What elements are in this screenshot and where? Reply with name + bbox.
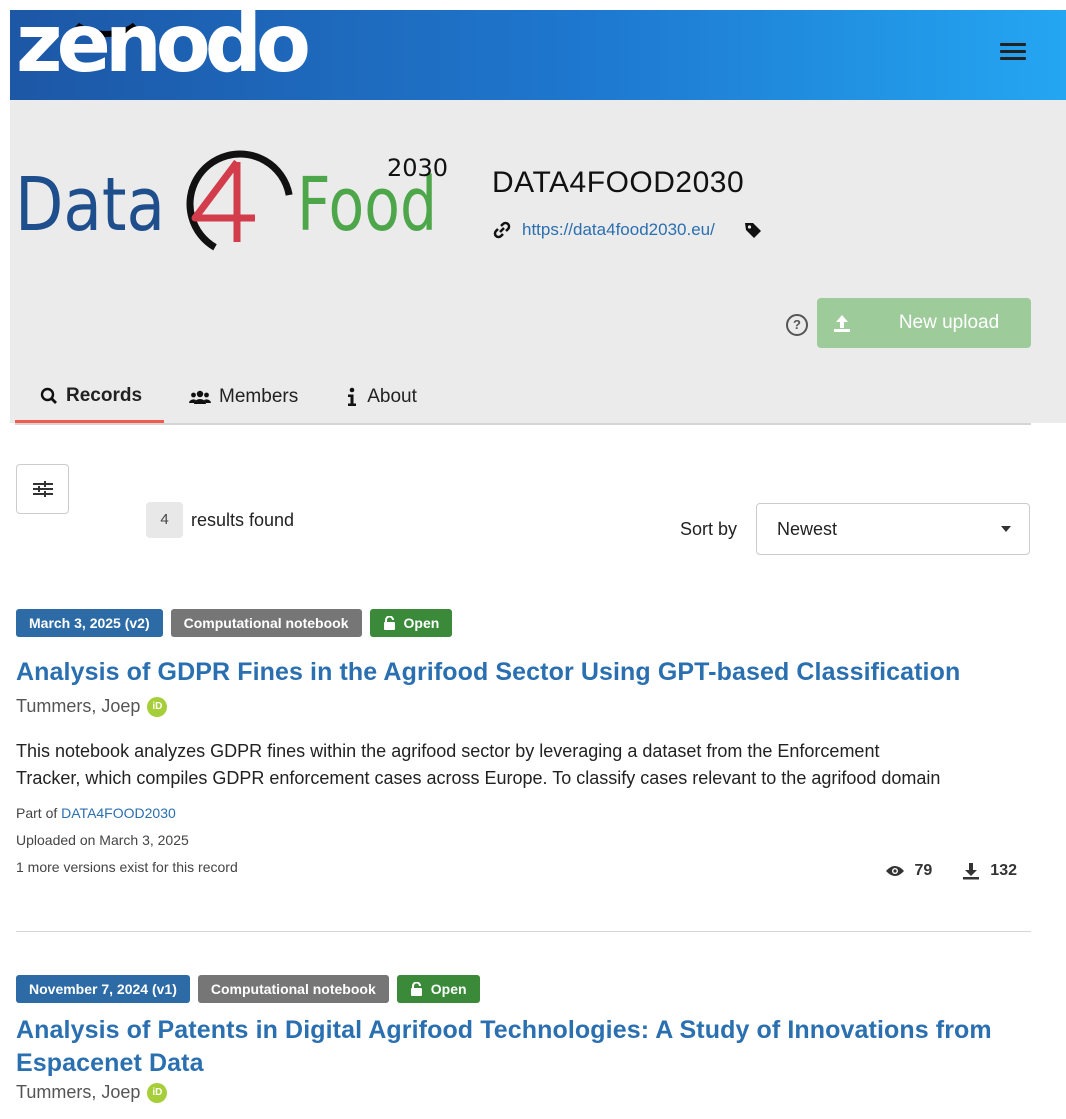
info-icon bbox=[348, 387, 357, 406]
record-stats: 79 132 bbox=[885, 862, 1017, 880]
results-found-label: results found bbox=[191, 510, 295, 530]
new-upload-button[interactable]: New upload bbox=[817, 298, 1031, 348]
community-title: DATA4FOOD2030 bbox=[492, 166, 745, 199]
creator-name[interactable]: Tummers, Joep bbox=[16, 696, 140, 717]
uploaded-date: Uploaded on March 3, 2025 bbox=[16, 832, 189, 848]
record-item: March 3, 2025 (v2) Computational noteboo… bbox=[16, 609, 1031, 881]
link-icon bbox=[493, 221, 511, 239]
sort-select-value: Newest bbox=[777, 518, 838, 539]
tab-records-label: Records bbox=[66, 385, 143, 406]
version-date-badge: November 7, 2024 (v1) bbox=[16, 975, 190, 1003]
record-description-line: Tracker, which compiles GDPR enforcement… bbox=[16, 768, 941, 788]
data4food-logo: Data Food 2030 bbox=[15, 150, 448, 258]
hamburger-menu-icon[interactable] bbox=[1000, 39, 1026, 61]
zenodo-logo[interactable]: zenodo bbox=[16, 4, 311, 84]
record-creator: Tummers, Joep iD bbox=[16, 696, 1031, 717]
record-item: November 7, 2024 (v1) Computational note… bbox=[16, 975, 1031, 1103]
record-title-line: Espacenet Data bbox=[16, 1049, 204, 1077]
question-circle-icon[interactable]: ? bbox=[786, 314, 808, 336]
download-icon bbox=[963, 863, 980, 880]
new-upload-label: New upload bbox=[898, 312, 1000, 333]
eye-icon bbox=[885, 866, 904, 876]
community-header: Data Food 2030 DATA4FOOD2030 https://dat… bbox=[10, 100, 1066, 425]
access-badge-label: Open bbox=[403, 615, 440, 631]
chevron-down-icon bbox=[1001, 526, 1011, 532]
community-tabs: Records Members About bbox=[15, 370, 1031, 425]
tab-about[interactable]: About bbox=[320, 371, 439, 422]
community-website-link[interactable]: https://data4food2030.eu/ bbox=[522, 220, 715, 240]
part-of-link[interactable]: DATA4FOOD2030 bbox=[61, 805, 176, 821]
orcid-icon[interactable]: iD bbox=[147, 696, 168, 717]
access-badge: Open bbox=[369, 609, 453, 637]
access-badge-label: Open bbox=[430, 981, 467, 997]
record-title-link[interactable]: Analysis of GDPR Fines in the Agrifood S… bbox=[16, 656, 1031, 689]
creator-name[interactable]: Tummers, Joep bbox=[16, 1082, 140, 1103]
version-date-badge: March 3, 2025 (v2) bbox=[16, 609, 163, 637]
record-description-line: This notebook analyzes GDPR fines within… bbox=[16, 741, 880, 761]
tab-members[interactable]: Members bbox=[164, 371, 320, 422]
users-icon bbox=[189, 390, 212, 404]
views-count: 79 bbox=[914, 862, 933, 879]
sort-select[interactable]: Newest bbox=[756, 503, 1030, 555]
downloads-count: 132 bbox=[990, 862, 1017, 879]
orcid-icon[interactable]: iD bbox=[147, 1082, 168, 1103]
record-divider bbox=[16, 931, 1031, 932]
results-count-badge: 4 bbox=[146, 502, 183, 538]
part-of-prefix: Part of bbox=[16, 805, 58, 821]
tab-about-label: About bbox=[367, 385, 417, 407]
record-description: This notebook analyzes GDPR fines within… bbox=[16, 738, 1031, 792]
tab-records[interactable]: Records bbox=[15, 370, 165, 423]
views-stat: 79 bbox=[885, 862, 933, 880]
resource-type-badge: Computational notebook bbox=[197, 975, 389, 1003]
filter-toggle-button[interactable] bbox=[16, 464, 69, 514]
downloads-stat: 132 bbox=[962, 862, 1017, 880]
versions-note: 1 more versions exist for this record bbox=[16, 859, 238, 875]
record-title-link[interactable]: Analysis of Patents in Digital Agrifood … bbox=[16, 1014, 1031, 1080]
community-link-row: https://data4food2030.eu/ bbox=[492, 220, 763, 240]
record-creator: Tummers, Joep iD bbox=[16, 1082, 1031, 1103]
record-meta: Part of DATA4FOOD2030 Uploaded on March … bbox=[16, 800, 1031, 881]
tag-icon[interactable] bbox=[743, 220, 763, 240]
access-badge: Open bbox=[396, 975, 480, 1003]
zenodo-header: zenodo bbox=[10, 4, 1066, 100]
sort-by-label: Sort by bbox=[680, 519, 738, 539]
upload-icon bbox=[817, 313, 867, 333]
svg-text:Data: Data bbox=[15, 162, 165, 248]
unlock-icon bbox=[410, 982, 422, 996]
svg-text:2030: 2030 bbox=[387, 154, 448, 182]
record-title-line: Analysis of Patents in Digital Agrifood … bbox=[16, 1016, 992, 1044]
unlock-icon bbox=[383, 616, 395, 630]
search-icon bbox=[40, 387, 57, 404]
resource-type-badge: Computational notebook bbox=[170, 609, 362, 637]
tab-members-label: Members bbox=[219, 385, 299, 407]
sliders-icon bbox=[32, 481, 53, 497]
part-of-row: Part of DATA4FOOD2030 bbox=[16, 800, 1031, 827]
